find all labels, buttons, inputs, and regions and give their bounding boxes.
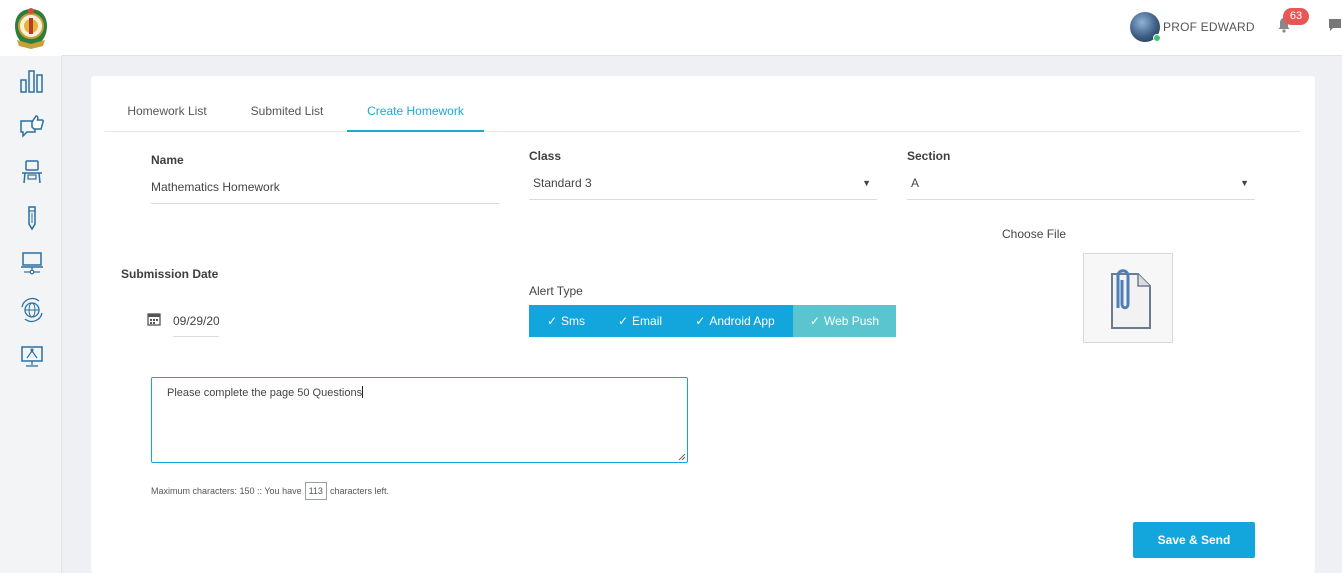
chevron-down-icon: ▼ — [1240, 178, 1249, 188]
thumbs-up-chat-icon — [20, 115, 44, 138]
resize-handle-icon[interactable] — [678, 453, 686, 461]
notification-badge: 63 — [1283, 8, 1309, 25]
school-crest-icon — [15, 8, 47, 49]
alert-type-label: Alert Type — [529, 284, 583, 298]
nav-presentation[interactable] — [19, 343, 45, 369]
alert-email-toggle[interactable]: ✓ Email — [603, 305, 677, 337]
alert-android-app-toggle[interactable]: ✓ Android App — [677, 305, 793, 337]
name-label: Name — [151, 153, 184, 167]
alert-web-push-toggle[interactable]: ✓ Web Push — [793, 305, 896, 337]
check-icon: ✓ — [617, 314, 629, 328]
section-selected-value: A — [911, 176, 920, 190]
create-homework-card: Homework List Submited List Create Homew… — [91, 76, 1315, 573]
save-and-send-button[interactable]: Save & Send — [1133, 522, 1255, 558]
sidebar — [0, 0, 62, 573]
choose-file-label: Choose File — [1002, 227, 1067, 241]
user-name: PROF EDWARD — [1163, 20, 1255, 34]
check-icon: ✓ — [809, 314, 820, 328]
nav-classroom[interactable] — [19, 159, 45, 185]
tab-bar: Homework List Submited List Create Homew… — [105, 96, 1300, 132]
class-select[interactable]: Standard 3 ▼ — [529, 173, 877, 200]
presentation-monitor-icon — [21, 346, 43, 367]
top-bar: PROF EDWARD 63 — [62, 0, 1342, 56]
calendar-icon[interactable] — [147, 312, 161, 326]
section-label: Section — [907, 149, 951, 163]
chevron-down-icon: ▼ — [862, 178, 871, 188]
nav-dashboard[interactable] — [19, 68, 45, 94]
class-label: Class — [529, 149, 562, 163]
submission-date-input[interactable]: 09/29/20 — [173, 311, 219, 337]
description-text: Please complete the page 50 Questions — [167, 387, 363, 399]
alert-option-label: Email — [632, 314, 663, 328]
classroom-desk-icon — [22, 160, 42, 184]
check-icon: ✓ — [546, 314, 558, 328]
pencil-icon — [28, 206, 36, 231]
nav-feedback[interactable] — [19, 113, 45, 139]
tab-submitted-list[interactable]: Submited List — [229, 96, 345, 132]
chars-left-count: 113 — [304, 482, 327, 500]
homework-description-textarea[interactable]: Please complete the page 50 Questions — [151, 377, 688, 463]
choose-file-button[interactable] — [1083, 253, 1173, 343]
character-counter: Maximum characters: 150 :: You have 113 … — [151, 482, 389, 500]
paperclip-file-icon — [1111, 269, 1151, 329]
user-menu[interactable]: PROF EDWARD — [1130, 12, 1255, 42]
nav-global[interactable] — [19, 297, 45, 323]
avatar — [1130, 12, 1161, 42]
online-status-dot — [1153, 34, 1161, 42]
class-selected-value: Standard 3 — [533, 176, 592, 190]
nav-homework[interactable] — [19, 205, 45, 231]
alert-option-label: Sms — [561, 314, 586, 328]
tab-create-homework[interactable]: Create Homework — [347, 96, 484, 132]
text-caret — [362, 386, 364, 398]
nav-online-class[interactable] — [19, 250, 45, 276]
submission-date-label: Submission Date — [121, 267, 219, 281]
alert-sms-toggle[interactable]: ✓ Sms — [529, 305, 603, 337]
bar-chart-icon — [20, 70, 43, 93]
laptop-network-icon — [21, 252, 43, 275]
globe-refresh-icon — [21, 297, 43, 323]
char-note-suffix: characters left. — [329, 486, 389, 496]
section-select[interactable]: A ▼ — [907, 173, 1255, 200]
tab-homework-list[interactable]: Homework List — [105, 96, 229, 132]
name-input[interactable]: Mathematics Homework — [151, 177, 499, 204]
chat-icon[interactable] — [1328, 18, 1342, 32]
school-logo[interactable] — [0, 0, 62, 56]
char-note-prefix: Maximum characters: 150 :: You have — [151, 486, 302, 496]
alert-type-group: ✓ Sms ✓ Email ✓ Android App ✓ Web Push — [529, 305, 896, 337]
check-icon: ✓ — [695, 314, 706, 328]
alert-option-label: Web Push — [823, 314, 880, 328]
alert-option-label: Android App — [709, 314, 775, 328]
